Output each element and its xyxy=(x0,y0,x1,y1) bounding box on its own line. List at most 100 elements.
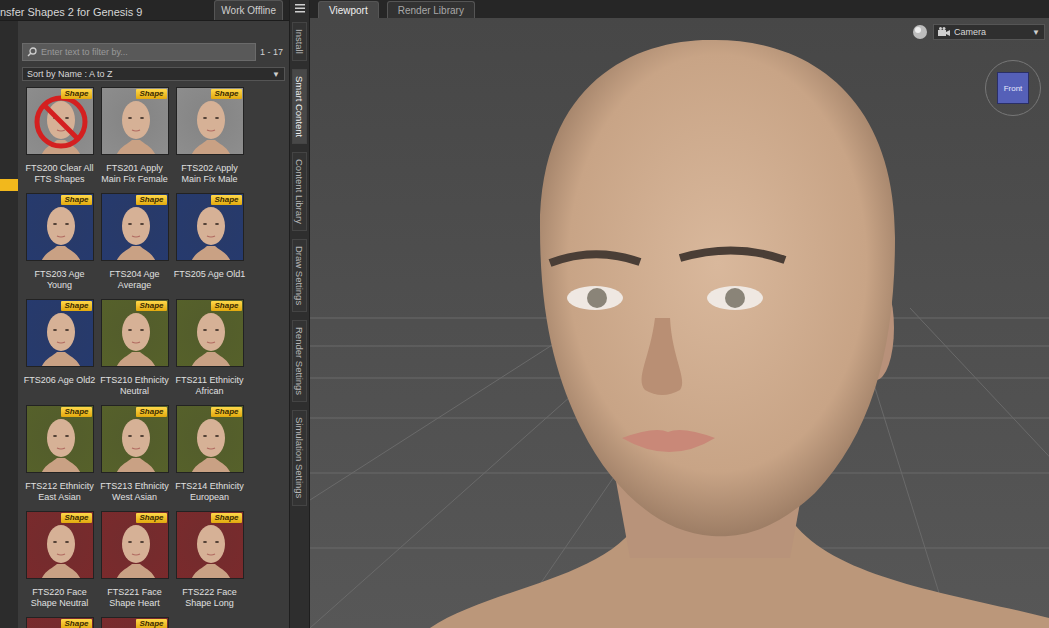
view-cube[interactable]: Front xyxy=(985,60,1041,116)
side-tab[interactable]: Content Library xyxy=(292,152,307,231)
shape-label: FTS222 Face Shape Long xyxy=(172,587,247,609)
shape-item[interactable]: Shape FTS200 Clear All FTS Shapes xyxy=(22,87,97,193)
camera-arrow-icon: ▼ xyxy=(1032,28,1040,37)
shape-thumbnail[interactable]: Shape xyxy=(101,511,169,579)
search-placeholder: Enter text to filter by... xyxy=(41,47,128,57)
shape-label: FTS221 Face Shape Heart xyxy=(97,587,172,609)
shape-thumbnail[interactable]: Shape xyxy=(101,193,169,261)
side-tab-strip: Install Smart Content Content Library Draw … xyxy=(289,0,310,628)
shape-badge: Shape xyxy=(61,195,91,205)
shape-item[interactable]: Shape FTS212 Ethnicity East Asian xyxy=(22,405,97,511)
shape-item[interactable]: Shape xyxy=(22,617,97,628)
shape-item[interactable]: Shape FTS220 Face Shape Neutral xyxy=(22,511,97,617)
viewport-tab[interactable]: Viewport xyxy=(318,1,379,18)
search-field[interactable]: Enter text to filter by... xyxy=(22,43,256,61)
shape-thumbnail[interactable]: Shape xyxy=(26,617,94,628)
shape-item[interactable]: Shape FTS204 Age Average xyxy=(97,193,172,299)
content-area: Enter text to filter by... 1 - 17 Sort by … xyxy=(18,21,289,628)
search-icon xyxy=(27,47,37,57)
shape-thumbnail[interactable]: Shape xyxy=(26,87,94,155)
shape-label: FTS201 Apply Main Fix Female xyxy=(97,163,172,185)
app-window: nsfer Shapes 2 for Genesis 9 Work Offline… xyxy=(0,0,1049,628)
viewport-tab-bar: Viewport Render Library xyxy=(310,0,1049,18)
viewport-pane: Viewport Render Library Camera ▼ Front xyxy=(310,0,1049,628)
side-tab[interactable]: Draw Settings xyxy=(292,239,307,312)
result-count: 1 - 17 xyxy=(260,47,285,57)
shape-badge: Shape xyxy=(61,89,91,99)
shape-label: FTS205 Age Old1 xyxy=(173,269,247,280)
shape-label: FTS212 Ethnicity East Asian xyxy=(22,481,97,503)
shape-badge: Shape xyxy=(211,407,241,417)
shape-label: FTS210 Ethnicity Neutral xyxy=(97,375,172,397)
shape-badge: Shape xyxy=(61,619,91,628)
sort-arrow-icon: ▼ xyxy=(272,70,280,79)
shape-item[interactable]: Shape FTS221 Face Shape Heart xyxy=(97,511,172,617)
side-tab[interactable]: Simulation Settings xyxy=(292,410,307,505)
shape-thumbnail[interactable]: Shape xyxy=(101,617,169,628)
viewport-tab[interactable]: Render Library xyxy=(387,1,475,18)
search-row: Enter text to filter by... 1 - 17 xyxy=(22,43,285,61)
smart-content-panel: nsfer Shapes 2 for Genesis 9 Work Offline… xyxy=(0,0,289,628)
shape-label: FTS206 Age Old2 xyxy=(23,375,97,386)
category-marker xyxy=(0,179,18,191)
panel-header: nsfer Shapes 2 for Genesis 9 Work Offline xyxy=(0,0,289,21)
shape-label: FTS203 Age Young xyxy=(22,269,97,291)
shading-sphere-icon[interactable] xyxy=(912,24,928,40)
shape-badge: Shape xyxy=(211,89,241,99)
shape-grid: ShapeFTS200 Clear All FTS ShapesShapeFTS… xyxy=(22,87,285,628)
shape-item[interactable]: Shape FTS203 Age Young xyxy=(22,193,97,299)
shape-item[interactable]: Shape FTS201 Apply Main Fix Female xyxy=(97,87,172,193)
shape-item[interactable]: Shape FTS205 Age Old1 xyxy=(172,193,247,299)
shape-item[interactable]: Shape xyxy=(97,617,172,628)
shape-thumbnail[interactable]: Shape xyxy=(176,511,244,579)
shape-item[interactable]: Shape FTS222 Face Shape Long xyxy=(172,511,247,617)
side-tab[interactable]: Render Settings xyxy=(292,320,307,402)
shape-label: FTS214 Ethnicity European xyxy=(172,481,247,503)
shape-badge: Shape xyxy=(211,301,241,311)
shape-item[interactable]: ShapeFTS202 Apply Main Fix Male xyxy=(172,87,247,193)
shape-thumbnail[interactable]: Shape xyxy=(101,87,169,155)
shape-badge: Shape xyxy=(136,195,166,205)
shape-badge: Shape xyxy=(211,195,241,205)
shape-thumbnail[interactable]: Shape xyxy=(176,87,244,155)
shape-thumbnail[interactable]: Shape xyxy=(176,405,244,473)
shape-item[interactable]: Shape FTS206 Age Old2 xyxy=(22,299,97,405)
shape-item[interactable]: Shape FTS210 Ethnicity Neutral xyxy=(97,299,172,405)
shape-badge: Shape xyxy=(61,513,91,523)
menu-icon[interactable] xyxy=(295,2,305,14)
view-cube-face[interactable]: Front xyxy=(997,72,1029,104)
shape-badge: Shape xyxy=(136,301,166,311)
shape-thumbnail[interactable]: Shape xyxy=(26,193,94,261)
shape-badge: Shape xyxy=(61,301,91,311)
panel-title: nsfer Shapes 2 for Genesis 9 xyxy=(0,0,142,20)
camera-label: Camera xyxy=(954,27,986,37)
camera-icon xyxy=(938,27,950,37)
shape-badge: Shape xyxy=(136,619,166,628)
shape-badge: Shape xyxy=(136,89,166,99)
shape-thumbnail[interactable]: Shape xyxy=(26,299,94,367)
shape-label: FTS213 Ethnicity West Asian xyxy=(97,481,172,503)
side-tab[interactable]: Install xyxy=(292,22,307,61)
viewport-render[interactable] xyxy=(310,18,1049,628)
shape-item[interactable]: Shape FTS213 Ethnicity West Asian xyxy=(97,405,172,511)
shape-thumbnail[interactable]: Shape xyxy=(176,193,244,261)
camera-dropdown[interactable]: Camera ▼ xyxy=(933,24,1045,40)
shape-item[interactable]: ShapeFTS211 Ethnicity African xyxy=(172,299,247,405)
shape-label: FTS200 Clear All FTS Shapes xyxy=(22,163,97,185)
side-tab[interactable]: Smart Content xyxy=(292,69,307,144)
shape-thumbnail[interactable]: Shape xyxy=(176,299,244,367)
shape-badge: Shape xyxy=(136,407,166,417)
sort-label: Sort by Name : A to Z xyxy=(27,69,113,79)
shape-label: FTS220 Face Shape Neutral xyxy=(22,587,97,609)
shape-item[interactable]: Shape FTS214 Ethnicity European xyxy=(172,405,247,511)
shape-badge: Shape xyxy=(136,513,166,523)
shape-label: FTS204 Age Average xyxy=(97,269,172,291)
shape-thumbnail[interactable]: Shape xyxy=(26,405,94,473)
shape-thumbnail[interactable]: Shape xyxy=(101,299,169,367)
shape-thumbnail[interactable]: Shape xyxy=(26,511,94,579)
sort-dropdown[interactable]: Sort by Name : A to Z ▼ xyxy=(22,67,285,81)
shape-thumbnail[interactable]: Shape xyxy=(101,405,169,473)
category-strip[interactable] xyxy=(0,21,18,628)
work-offline-tab[interactable]: Work Offline xyxy=(214,0,283,20)
viewport[interactable]: Camera ▼ Front xyxy=(310,18,1049,628)
